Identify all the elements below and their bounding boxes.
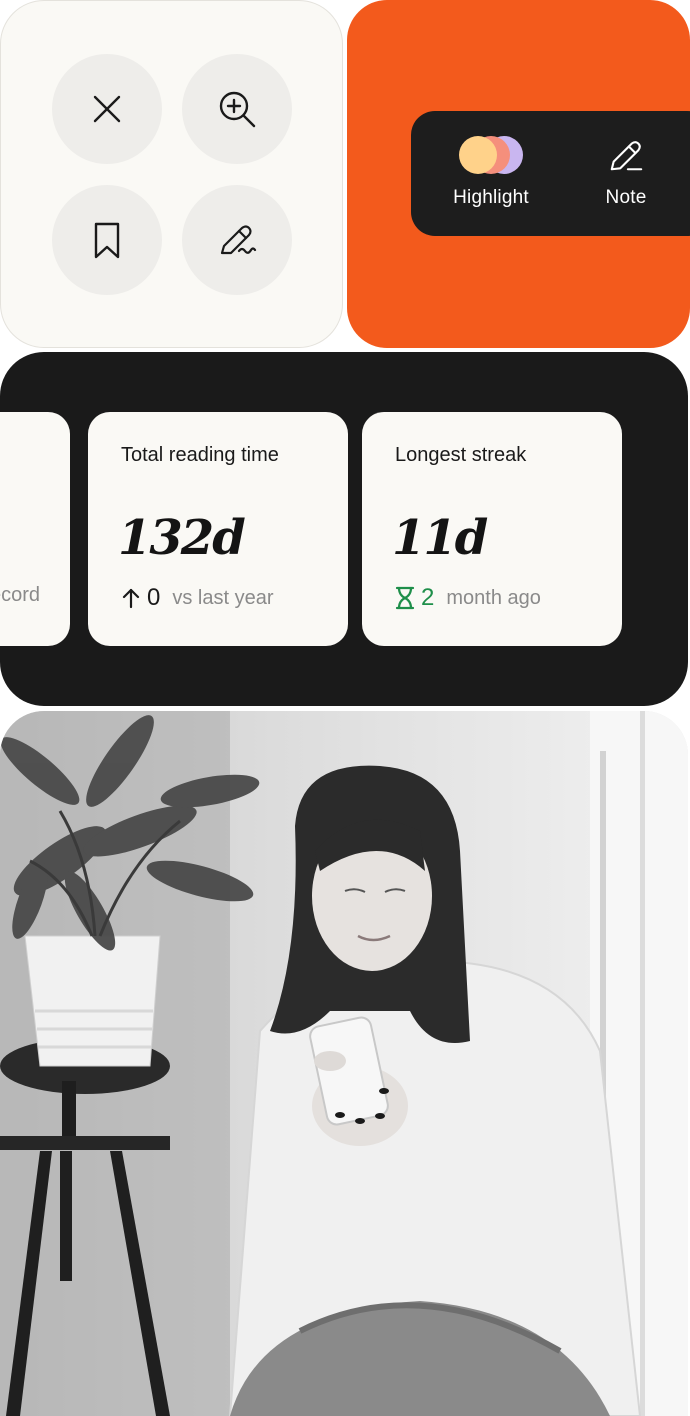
stat-footer: 0 vs last year [121,584,274,612]
swatch-yellow [459,136,497,174]
photo-illustration [0,711,688,1416]
stat-card-total-reading-time[interactable]: Total reading time 132d 0 vs last year [88,412,348,646]
bookmark-icon [94,222,120,259]
highlight-button[interactable]: Highlight [447,136,535,209]
stat-title: Longest streak [395,444,527,466]
arrow-up-icon [122,588,140,609]
stat-footer: 2 month ago [395,584,541,612]
stat-title: Total reading time [121,444,279,466]
reader-photo [0,711,688,1416]
note-button[interactable]: Note [591,136,661,209]
note-label: Note [605,187,647,208]
hourglass-icon [395,586,415,610]
stat-value: 132d [118,510,246,566]
actions-card [0,0,343,348]
bookmark-button[interactable] [52,185,162,295]
stat-value: 11d [392,510,488,566]
zoom-in-icon [219,91,256,128]
stat-count: 2 [421,584,435,611]
signature-icon [220,225,257,255]
signature-button[interactable] [182,185,292,295]
stat-footer: Record [0,584,40,607]
stat-card-record[interactable]: Record [0,412,70,646]
pencil-icon [610,141,643,171]
stat-caption: Record [0,584,40,606]
stat-caption: vs last year [172,586,274,609]
highlight-swatches-icon [459,136,523,174]
highlight-toolbar-card: Highlight Note [347,0,690,348]
stat-change: 0 [147,584,161,611]
reading-stats-carousel: Record Total reading time 132d 0 vs last… [0,352,688,706]
stat-caption: month ago [446,586,541,609]
stat-card-longest-streak[interactable]: Longest streak 11d 2 month ago [362,412,622,646]
highlight-label: Highlight [453,187,529,208]
close-icon [93,95,121,123]
selection-toolbar: Highlight Note [411,111,690,236]
close-button[interactable] [52,54,162,164]
zoom-in-button[interactable] [182,54,292,164]
